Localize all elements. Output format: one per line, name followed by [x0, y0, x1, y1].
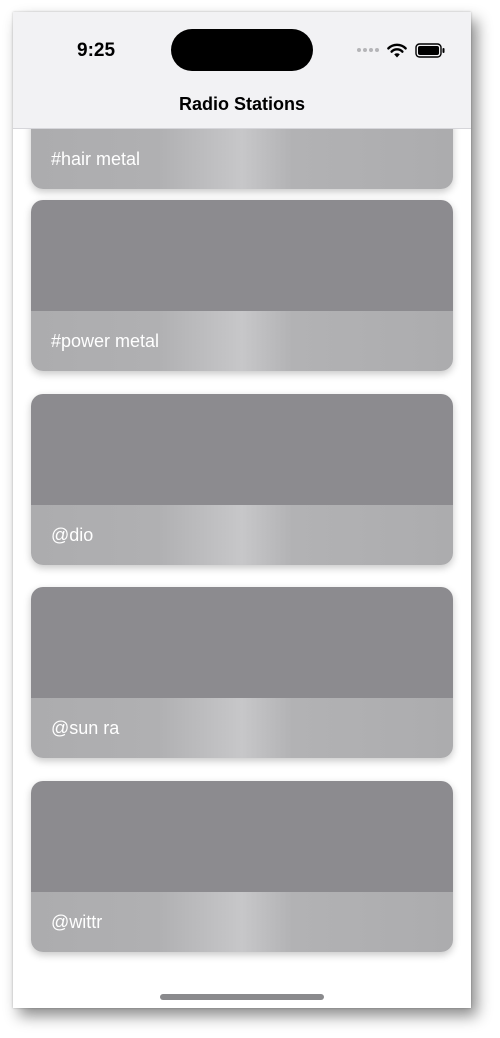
station-footer: @wittr — [31, 892, 453, 952]
page-title: Radio Stations — [178, 93, 305, 114]
station-footer: @sun ra — [31, 698, 453, 758]
status-bar: 9:25 — [13, 12, 471, 86]
station-card-power-metal[interactable]: #power metal — [31, 200, 453, 371]
station-label: #power metal — [51, 331, 160, 351]
station-footer: #hair metal — [31, 129, 453, 189]
station-label: @wittr — [51, 912, 103, 932]
station-list[interactable]: #hair metal #power metal @dio @sun ra @w — [13, 12, 471, 1008]
station-label: @sun ra — [51, 718, 120, 738]
station-footer: #power metal — [31, 311, 453, 371]
station-footer: @dio — [31, 505, 453, 565]
signal-icon — [357, 48, 379, 52]
station-card-dio[interactable]: @dio — [31, 394, 453, 565]
status-icons — [357, 42, 445, 58]
phone-screen: #hair metal #power metal @dio @sun ra @w — [13, 12, 471, 1008]
status-time: 9:25 — [77, 40, 116, 61]
wifi-icon — [387, 43, 407, 57]
station-card-sun-ra[interactable]: @sun ra — [31, 587, 453, 758]
station-label: #hair metal — [51, 149, 141, 169]
station-label: @dio — [51, 525, 94, 545]
station-artwork — [31, 200, 453, 311]
station-artwork — [31, 781, 453, 892]
home-indicator[interactable] — [160, 994, 324, 1000]
station-artwork — [31, 394, 453, 505]
station-artwork — [31, 587, 453, 698]
station-card-wittr[interactable]: @wittr — [31, 781, 453, 952]
navigation-bar: Radio Stations — [13, 86, 471, 129]
dynamic-island — [171, 29, 313, 71]
battery-icon — [415, 42, 445, 58]
